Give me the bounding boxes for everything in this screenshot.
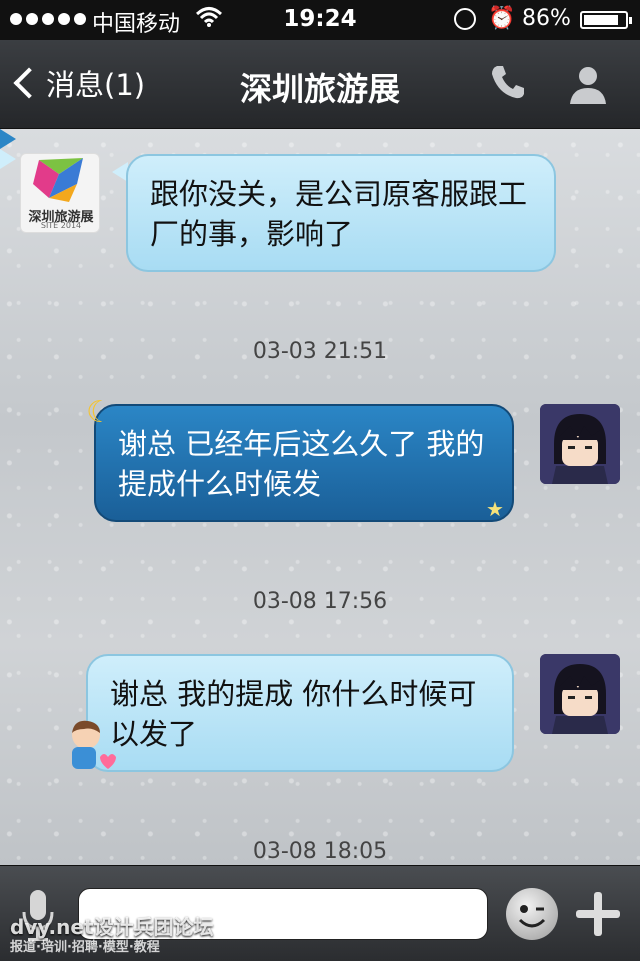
user-avatar[interactable]: [540, 404, 620, 484]
bubble-tail: [0, 149, 16, 169]
plus-icon[interactable]: [574, 890, 622, 938]
alarm-icon: ⏰: [488, 6, 516, 31]
timestamp: 03-03 21:51: [252, 339, 388, 364]
back-button[interactable]: 消息(1): [10, 58, 145, 108]
timestamp: 03-08 17:56: [252, 589, 388, 614]
anime-avatar-icon: [540, 404, 620, 484]
contact-logo-icon: [33, 158, 83, 202]
chat-area[interactable]: 深圳旅游展 SITE 2014 跟你没关，是公司原客服跟工厂的事，影响了 03-…: [0, 129, 640, 865]
moon-sticker-icon: ☾: [86, 395, 113, 430]
back-label: 消息(1): [46, 68, 146, 102]
input-bar: dvy.net设计兵团论坛 报道·培训·招聘·模型·教程: [0, 865, 640, 961]
status-bar: 中国移动 19:24 ⏰ 86%: [0, 0, 640, 40]
person-icon[interactable]: [566, 62, 610, 106]
battery-fill: [584, 15, 619, 25]
nav-bar: 消息(1) 深圳旅游展: [0, 40, 640, 129]
timestamp: 03-08 18:05: [252, 839, 388, 864]
emoji-icon[interactable]: [506, 888, 558, 940]
bubble-tail: [0, 129, 16, 149]
phone-icon[interactable]: [488, 62, 528, 102]
contact-avatar[interactable]: 深圳旅游展 SITE 2014: [20, 153, 100, 233]
battery-percent: 86%: [522, 6, 571, 31]
anime-avatar-icon: [540, 654, 620, 734]
user-avatar[interactable]: [540, 654, 620, 734]
message-bubble-outgoing[interactable]: 谢总 我的提成 你什么时候可以发了: [86, 654, 514, 772]
contact-logo-sub: SITE 2014: [40, 221, 82, 230]
rotation-lock-icon: [454, 8, 476, 30]
star-icon: ★: [486, 497, 504, 521]
back-chevron-icon: [13, 67, 45, 99]
boy-sticker-icon: [72, 720, 116, 769]
battery-icon: [580, 11, 632, 29]
watermark-sub: 报道·培训·招聘·模型·教程: [10, 940, 160, 955]
message-bubble-incoming[interactable]: 跟你没关，是公司原客服跟工厂的事，影响了: [126, 154, 556, 272]
message-bubble-outgoing[interactable]: 谢总 已经年后这么久了 我的提成什么时候发: [94, 404, 514, 522]
